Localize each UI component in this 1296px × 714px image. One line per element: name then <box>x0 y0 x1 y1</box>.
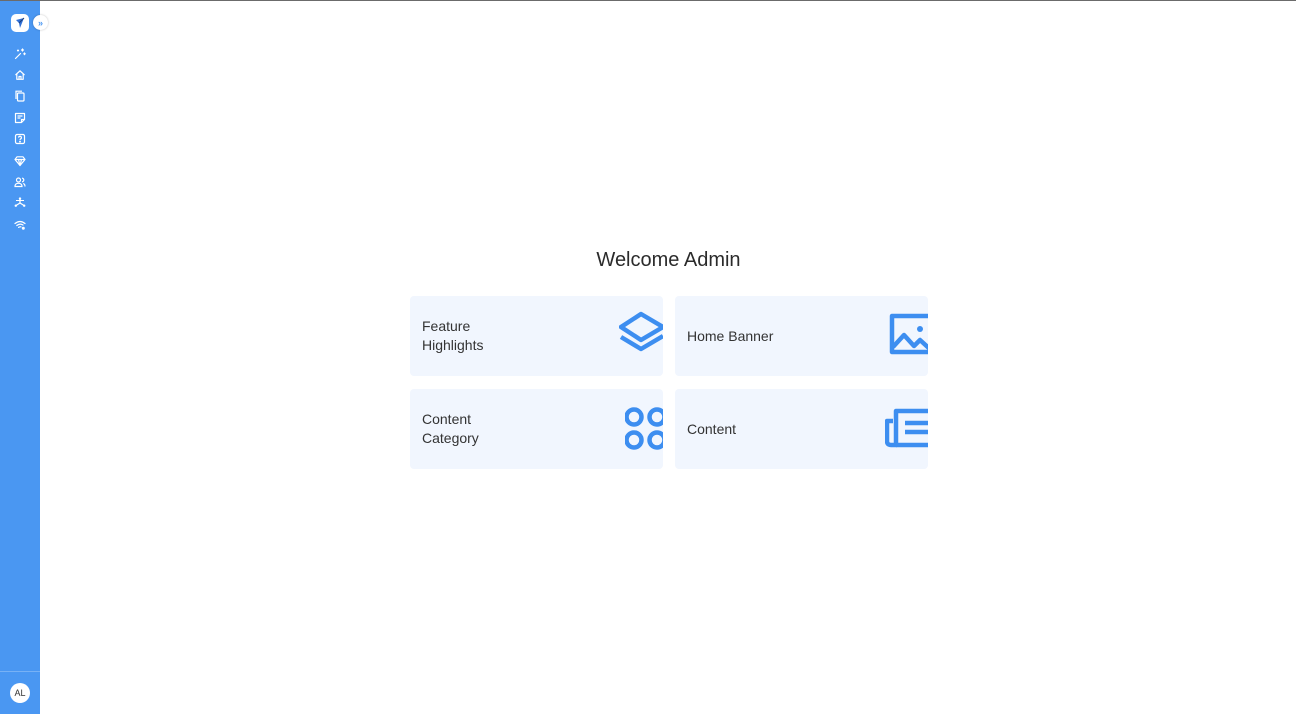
card-home-banner[interactable]: Home Banner <box>675 296 928 376</box>
sidebar-item-pages[interactable] <box>0 86 40 107</box>
app-logo[interactable] <box>11 14 29 32</box>
copy-pages-icon <box>15 91 25 103</box>
sidebar-expand-toggle[interactable]: » <box>33 15 48 30</box>
note-icon <box>14 112 26 123</box>
card-label: Content <box>687 420 737 437</box>
sidebar-item-users[interactable] <box>0 171 40 192</box>
help-square-icon <box>14 134 26 145</box>
card-label: Feature Highlights <box>422 318 484 353</box>
sidebar-divider <box>0 671 40 672</box>
sidebar-item-premium[interactable] <box>0 150 40 171</box>
sidebar-nav <box>0 43 40 236</box>
users-icon <box>14 177 26 188</box>
category-circles-icon <box>625 407 663 450</box>
card-content[interactable]: Content <box>675 389 928 469</box>
card-content-category[interactable]: Content Category <box>410 389 663 469</box>
newspaper-icon <box>885 408 928 448</box>
wifi-settings-icon <box>14 220 26 230</box>
image-icon <box>889 313 928 355</box>
asterisk-nodes-icon <box>14 197 26 208</box>
card-label: Home Banner <box>687 327 774 344</box>
app-window: » AL Welcome Admin Feature Highlights Ho… <box>0 0 1296 714</box>
app-logo-icon <box>16 17 25 28</box>
sidebar-item-integrations[interactable] <box>0 193 40 214</box>
sidebar-item-home[interactable] <box>0 64 40 85</box>
layers-icon <box>619 311 663 352</box>
avatar[interactable]: AL <box>10 683 30 703</box>
card-label: Content Category <box>422 411 479 446</box>
sidebar: » AL <box>0 1 48 714</box>
sidebar-item-help[interactable] <box>0 129 40 150</box>
home-icon <box>15 70 25 80</box>
sparkle-wand-icon <box>14 48 26 59</box>
diamond-icon <box>14 155 26 166</box>
sidebar-item-network[interactable] <box>0 214 40 235</box>
page-title: Welcome Admin <box>596 249 741 271</box>
sidebar-item-notes[interactable] <box>0 107 40 128</box>
card-feature-highlights[interactable]: Feature Highlights <box>410 296 663 376</box>
sidebar-item-ai[interactable] <box>0 43 40 64</box>
chevron-double-right-icon: » <box>37 17 43 28</box>
